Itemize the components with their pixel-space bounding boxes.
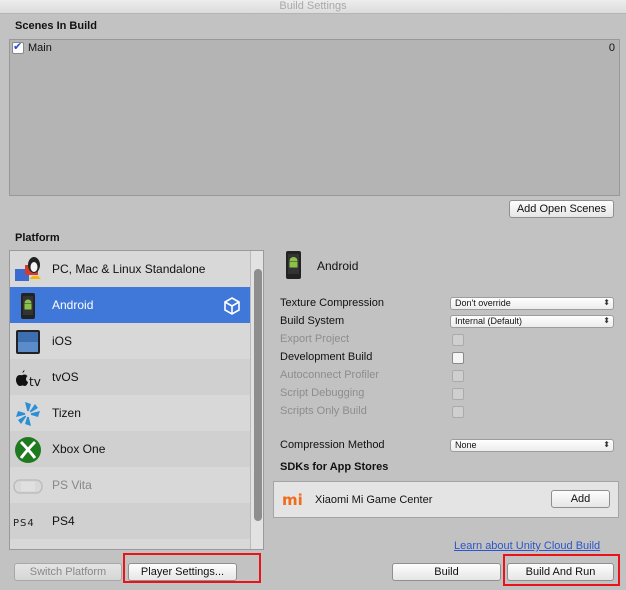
scenes-list[interactable]: Main 0 — [9, 39, 620, 196]
dropdown-arrow-icon: ⬍ — [603, 298, 610, 307]
svg-text:tv: tv — [29, 375, 41, 389]
tizen-icon — [13, 399, 43, 429]
scene-checkbox[interactable] — [12, 40, 24, 54]
platform-label: Android — [52, 298, 94, 312]
development-build-label: Development Build — [280, 351, 373, 363]
texture-compression-label: Texture Compression — [280, 297, 384, 309]
dropdown-value: Internal (Default) — [455, 316, 523, 326]
sdk-name: Xiaomi Mi Game Center — [315, 494, 433, 506]
platform-label: PS4 — [52, 514, 75, 528]
xbox-icon — [13, 435, 43, 465]
scenes-header: Scenes In Build — [15, 20, 97, 32]
android-icon — [283, 250, 305, 283]
cloud-build-link[interactable]: Learn about Unity Cloud Build — [454, 540, 600, 552]
scene-index: 0 — [608, 42, 615, 54]
platform-label: tvOS — [52, 370, 79, 384]
ps4-icon: PS4 — [13, 507, 43, 537]
build-button[interactable]: Build — [392, 563, 501, 581]
platform-label: PC, Mac & Linux Standalone — [52, 262, 206, 276]
unity-logo-icon — [223, 297, 241, 318]
compression-method-label: Compression Method — [280, 439, 385, 451]
platform-label: Tizen — [52, 406, 81, 420]
dropdown-value: None — [455, 440, 477, 450]
scrollbar-thumb[interactable] — [254, 269, 262, 521]
xiaomi-logo-icon: mi — [282, 491, 303, 509]
platform-item-html5[interactable] — [10, 539, 250, 549]
scene-row[interactable]: Main 0 — [12, 40, 617, 57]
tvos-icon: tv — [13, 363, 43, 393]
platform-item-tvos[interactable]: tv tvOS — [10, 359, 250, 395]
scripts-only-build-checkbox — [452, 406, 464, 418]
window-title: Build Settings — [0, 0, 626, 14]
player-settings-highlight — [123, 553, 261, 583]
scripts-only-build-label: Scripts Only Build — [280, 405, 367, 417]
platform-item-standalone[interactable]: PC, Mac & Linux Standalone — [10, 251, 250, 287]
scene-name: Main — [28, 42, 52, 54]
add-open-scenes-button[interactable]: Add Open Scenes — [509, 200, 614, 218]
build-and-run-highlight — [503, 554, 620, 586]
compression-method-dropdown[interactable]: None ⬍ — [450, 439, 614, 452]
sdk-list: mi Xiaomi Mi Game Center Add — [273, 481, 619, 518]
platform-scrollbar[interactable] — [250, 251, 263, 549]
platform-item-ps-vita[interactable]: PS Vita — [10, 467, 250, 503]
export-project-checkbox — [452, 334, 464, 346]
autoconnect-profiler-label: Autoconnect Profiler — [280, 369, 380, 381]
platform-item-ps4[interactable]: PS4 PS4 — [10, 503, 250, 539]
platform-header: Platform — [15, 232, 60, 244]
build-system-label: Build System — [280, 315, 345, 327]
development-build-checkbox[interactable] — [452, 352, 464, 364]
dropdown-arrow-icon: ⬍ — [603, 316, 610, 325]
add-sdk-button[interactable]: Add — [551, 490, 610, 508]
platform-label: PS Vita — [52, 478, 92, 492]
android-icon — [13, 291, 43, 321]
dropdown-arrow-icon: ⬍ — [603, 440, 610, 449]
html5-icon — [13, 539, 43, 549]
platform-label: Xbox One — [52, 442, 106, 456]
dropdown-value: Don't override — [455, 298, 511, 308]
platform-list[interactable]: PC, Mac & Linux Standalone Android iOS t… — [9, 250, 264, 550]
platform-item-tizen[interactable]: Tizen — [10, 395, 250, 431]
autoconnect-profiler-checkbox — [452, 370, 464, 382]
svg-text:PS4: PS4 — [13, 518, 35, 529]
texture-compression-dropdown[interactable]: Don't override ⬍ — [450, 297, 614, 310]
platform-item-android[interactable]: Android — [10, 287, 250, 323]
platform-label: iOS — [52, 334, 73, 348]
platform-title: Android — [317, 259, 359, 273]
platform-item-ios[interactable]: iOS — [10, 323, 250, 359]
script-debugging-checkbox — [452, 388, 464, 400]
export-project-label: Export Project — [280, 333, 350, 345]
platform-item-xbox[interactable]: Xbox One — [10, 431, 250, 467]
sdk-header: SDKs for App Stores — [280, 461, 389, 473]
script-debugging-label: Script Debugging — [280, 387, 365, 399]
switch-platform-button: Switch Platform — [14, 563, 122, 581]
ios-icon — [13, 327, 43, 357]
pc-mac-linux-icon — [13, 255, 43, 285]
build-system-dropdown[interactable]: Internal (Default) ⬍ — [450, 315, 614, 328]
ps-vita-icon — [13, 471, 43, 501]
